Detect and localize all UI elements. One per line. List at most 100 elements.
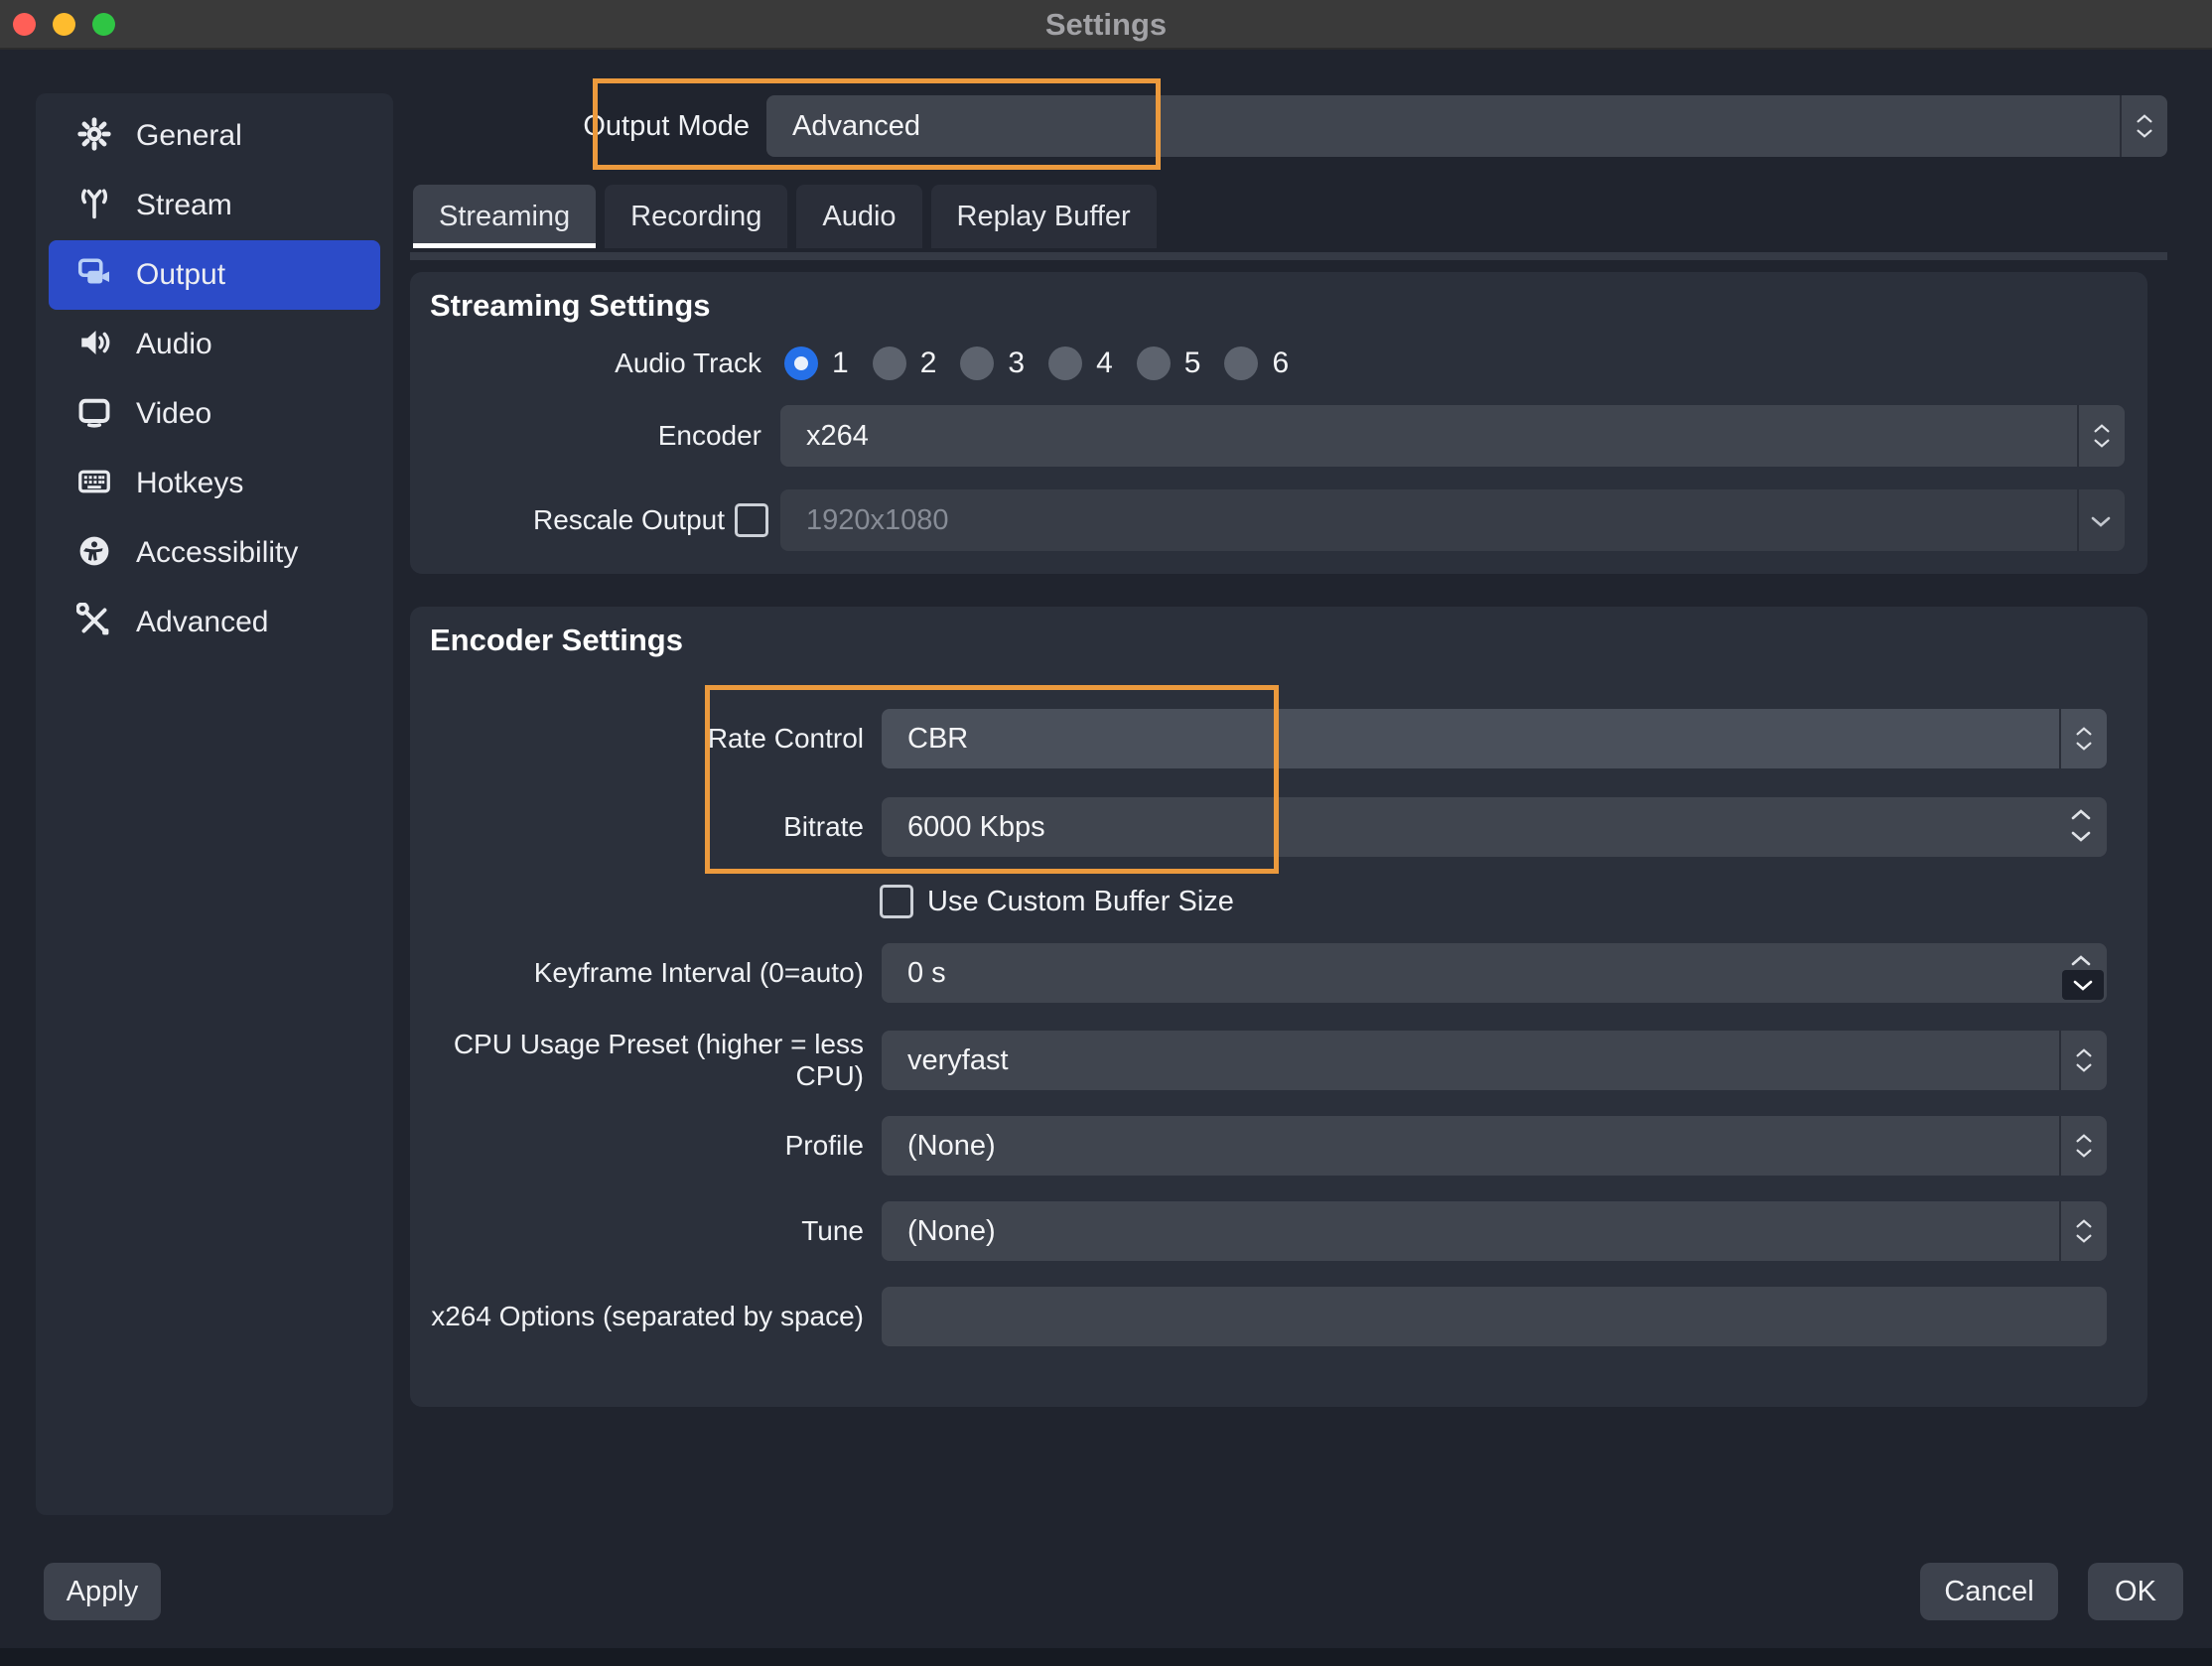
dropdown-divider: [2077, 489, 2079, 551]
sidebar-item-label: Output: [136, 258, 225, 292]
audio-track-option-6[interactable]: 6: [1224, 347, 1289, 380]
keyframe-interval-label: Keyframe Interval (0=auto): [410, 943, 864, 1003]
audio-track-label: Audio Track: [410, 344, 761, 383]
cpu-usage-preset-value: veryfast: [907, 1031, 1009, 1090]
rate-control-dropdown[interactable]: CBR: [882, 709, 2107, 768]
sidebar-item-label: Audio: [136, 328, 212, 361]
tab-recording[interactable]: Recording: [605, 185, 787, 248]
chevron-up-down-icon: [2122, 95, 2167, 157]
bitrate-label: Bitrate: [410, 797, 864, 857]
radio-label: 3: [1008, 347, 1025, 380]
audio-track-option-4[interactable]: 4: [1048, 347, 1113, 380]
use-custom-buffer-size-checkbox[interactable]: [880, 885, 913, 918]
tab-replay-buffer[interactable]: Replay Buffer: [931, 185, 1157, 248]
radio-icon: [1224, 347, 1258, 380]
audio-track-option-5[interactable]: 5: [1137, 347, 1201, 380]
x264-options-input[interactable]: [882, 1287, 2107, 1346]
settings-sidebar: General Stream Output Audio Video Hotkey…: [36, 93, 393, 1515]
output-mode-dropdown[interactable]: Advanced: [766, 95, 2167, 157]
gear-icon: [76, 116, 112, 157]
sidebar-item-label: Accessibility: [136, 536, 298, 570]
sidebar-item-accessibility[interactable]: Accessibility: [49, 518, 380, 588]
rescale-output-label: Rescale Output: [410, 500, 725, 540]
tab-divider: [410, 252, 2167, 260]
cpu-usage-preset-label: CPU Usage Preset (higher = less CPU): [410, 1031, 864, 1090]
encoder-dropdown[interactable]: x264: [780, 405, 2125, 467]
spin-up-icon[interactable]: [2071, 807, 2091, 825]
tune-dropdown[interactable]: (None): [882, 1201, 2107, 1261]
rate-control-value: CBR: [907, 709, 968, 768]
chevron-up-down-icon: [2061, 1031, 2107, 1090]
sidebar-item-general[interactable]: General: [49, 101, 380, 171]
ok-button[interactable]: OK: [2088, 1563, 2183, 1620]
sidebar-item-label: Hotkeys: [136, 467, 243, 500]
radio-selected-icon: [784, 347, 818, 380]
window-title: Settings: [0, 0, 2212, 50]
tune-label: Tune: [410, 1201, 864, 1261]
radio-label: 1: [832, 347, 849, 380]
radio-label: 5: [1184, 347, 1201, 380]
streaming-settings-panel: Streaming Settings Audio Track 1 2 3 4 5…: [410, 272, 2147, 574]
sidebar-item-advanced[interactable]: Advanced: [49, 588, 380, 657]
chevron-up-down-icon: [2061, 709, 2107, 768]
rescale-resolution-value: 1920x1080: [806, 489, 949, 551]
chevron-up-down-icon: [2061, 1116, 2107, 1176]
sidebar-item-stream[interactable]: Stream: [49, 171, 380, 240]
chevron-down-icon: [2091, 514, 2111, 532]
sidebar-item-hotkeys[interactable]: Hotkeys: [49, 449, 380, 518]
tab-audio[interactable]: Audio: [796, 185, 921, 248]
sidebar-item-video[interactable]: Video: [49, 379, 380, 449]
speaker-icon: [76, 325, 112, 365]
spin-down-icon[interactable]: [2071, 829, 2091, 847]
window-bottom-edge: [0, 1648, 2212, 1666]
radio-icon: [1137, 347, 1171, 380]
radio-icon: [873, 347, 906, 380]
output-mode-label: Output Mode: [556, 95, 750, 157]
output-mode-value: Advanced: [792, 95, 920, 157]
video-camera-icon: [76, 255, 112, 296]
tools-icon: [76, 603, 112, 643]
use-custom-buffer-size-row[interactable]: Use Custom Buffer Size: [880, 885, 1234, 918]
bitrate-spinbox[interactable]: 6000 Kbps: [882, 797, 2107, 857]
audio-track-option-2[interactable]: 2: [873, 347, 937, 380]
spin-down-pressed-icon[interactable]: [2062, 970, 2104, 1000]
radio-icon: [1048, 347, 1082, 380]
tune-value: (None): [907, 1201, 996, 1261]
spin-up-icon[interactable]: [2071, 953, 2091, 971]
rate-control-label: Rate Control: [410, 709, 864, 768]
sidebar-item-audio[interactable]: Audio: [49, 310, 380, 379]
profile-value: (None): [907, 1116, 996, 1176]
keyframe-interval-spinbox[interactable]: 0 s: [882, 943, 2107, 1003]
rescale-output-checkbox[interactable]: [735, 503, 768, 537]
x264-options-label: x264 Options (separated by space): [410, 1287, 864, 1346]
profile-dropdown[interactable]: (None): [882, 1116, 2107, 1176]
output-tabs: Streaming Recording Audio Replay Buffer: [413, 185, 1157, 248]
tab-streaming[interactable]: Streaming: [413, 185, 596, 248]
audio-track-option-3[interactable]: 3: [960, 347, 1025, 380]
radio-label: 6: [1272, 347, 1289, 380]
cpu-usage-preset-dropdown[interactable]: veryfast: [882, 1031, 2107, 1090]
sidebar-item-label: Advanced: [136, 606, 268, 639]
encoder-label: Encoder: [410, 416, 761, 456]
sidebar-item-label: General: [136, 119, 242, 153]
encoder-settings-title: Encoder Settings: [430, 623, 683, 658]
chevron-up-down-icon: [2061, 1201, 2107, 1261]
rescale-resolution-dropdown[interactable]: 1920x1080: [780, 489, 2125, 551]
accessibility-icon: [76, 533, 112, 574]
radio-label: 4: [1096, 347, 1113, 380]
monitor-icon: [76, 394, 112, 435]
radio-label: 2: [920, 347, 937, 380]
apply-button[interactable]: Apply: [44, 1563, 161, 1620]
keyboard-icon: [76, 464, 112, 504]
keyframe-interval-value: 0 s: [907, 943, 946, 1003]
titlebar: Settings: [0, 0, 2212, 50]
sidebar-item-label: Stream: [136, 189, 232, 222]
sidebar-item-output[interactable]: Output: [49, 240, 380, 310]
cancel-button[interactable]: Cancel: [1920, 1563, 2058, 1620]
use-custom-buffer-size-label: Use Custom Buffer Size: [927, 886, 1234, 918]
radio-icon: [960, 347, 994, 380]
audio-track-radio-group: 1 2 3 4 5 6: [784, 344, 1289, 383]
profile-label: Profile: [410, 1116, 864, 1176]
chevron-up-down-icon: [2079, 405, 2125, 467]
audio-track-option-1[interactable]: 1: [784, 347, 849, 380]
